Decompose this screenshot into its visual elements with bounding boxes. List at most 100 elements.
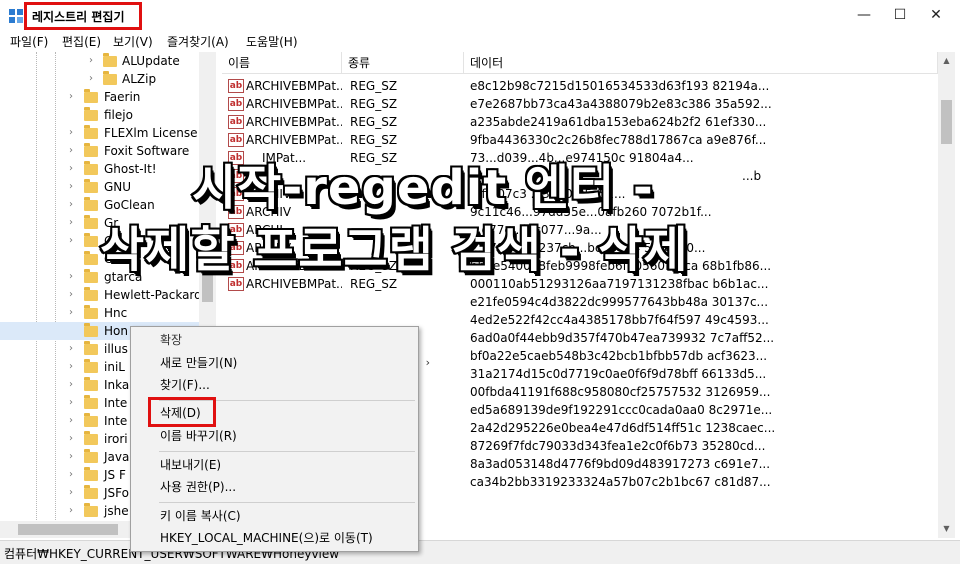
tree-node-label: irori: [104, 432, 128, 446]
chevron-right-icon[interactable]: ›: [66, 88, 76, 106]
value-data: 31a2174d15c0d7719c0ae0f6f9d78bff 66133d5…: [470, 367, 767, 381]
chevron-right-icon[interactable]: ›: [66, 232, 76, 250]
menu-item-copy-key-name[interactable]: 키 이름 복사(C): [160, 506, 241, 526]
tree-node[interactable]: › GNU: [0, 178, 200, 196]
menu-item-permissions[interactable]: 사용 권한(P)...: [160, 477, 236, 497]
tree-node[interactable]: › ALUpdate: [0, 52, 200, 70]
value-data: e7e2687bb73ca43a4388079b2e83c386 35a592.…: [470, 97, 772, 111]
menu-item-rename[interactable]: 이름 바꾸기(R): [160, 426, 237, 446]
chevron-right-icon[interactable]: ›: [66, 430, 76, 448]
context-menu: 확장 새로 만들기(N) › 찾기(F)... 삭제(D) 이름 바꾸기(R) …: [130, 326, 430, 552]
tree-node[interactable]: › ALZip: [0, 70, 200, 88]
menu-item-find[interactable]: 찾기(F)...: [160, 375, 210, 395]
tree-node-label: Inte: [104, 396, 128, 410]
menu-item-goto-hklm[interactable]: HKEY_LOCAL_MACHINE(으)로 이동(T): [160, 528, 373, 548]
menu-item-expand[interactable]: 확장: [160, 330, 182, 350]
tree-node-label: illus: [104, 342, 128, 356]
chevron-right-icon[interactable]: ›: [66, 412, 76, 430]
table-row[interactable]: ab ARCHIVEBMPat... REG_SZ e7e2687bb73ca43a4…: [222, 95, 938, 113]
tree-node-label: Foxit Software: [104, 144, 190, 158]
maximize-button[interactable]: ☐: [882, 0, 918, 31]
column-header-name[interactable]: 이름: [222, 52, 342, 74]
column-header-type[interactable]: 종류: [342, 52, 464, 74]
chevron-right-icon[interactable]: ›: [66, 214, 76, 232]
folder-icon: [84, 377, 98, 391]
minimize-button[interactable]: —: [846, 0, 882, 31]
value-type: REG_SZ: [350, 79, 398, 93]
menu-favorites[interactable]: 즐겨찾기(A): [167, 33, 229, 50]
folder-icon: [84, 107, 98, 121]
chevron-right-icon[interactable]: ›: [66, 376, 76, 394]
menu-item-new[interactable]: 새로 만들기(N) ›: [160, 353, 430, 373]
chevron-right-icon[interactable]: ›: [66, 358, 76, 376]
tree-node-label: ALUpdate: [122, 54, 180, 68]
tree-node-label: JS F: [104, 468, 126, 482]
tree-node[interactable]: filejo: [0, 106, 200, 124]
folder-icon: [84, 485, 98, 499]
chevron-right-icon[interactable]: ›: [66, 124, 76, 142]
menu-item-export[interactable]: 내보내기(E): [160, 455, 221, 475]
title-bar: 레지스트리 편집기 — ☐ ✕: [0, 0, 960, 31]
chevron-right-icon[interactable]: ›: [66, 502, 76, 520]
tree-node[interactable]: › Hnc: [0, 304, 200, 322]
regedit-app-icon: [9, 9, 23, 23]
tree-node[interactable]: › Faerin: [0, 88, 200, 106]
chevron-right-icon[interactable]: ›: [66, 196, 76, 214]
tree-node[interactable]: › FLEXlm License M: [0, 124, 212, 142]
chevron-right-icon[interactable]: ›: [66, 484, 76, 502]
folder-icon: [84, 251, 98, 265]
table-row[interactable]: ab ARCHIVEBMPat... REG_SZ e8c12b98c7215d150…: [222, 77, 938, 95]
value-data: a235abde2419a61dba153eba624b2f2 61ef330.…: [470, 115, 767, 129]
table-row[interactable]: ab ARCHIVEBMPat... REG_SZ a235abde2419a61db…: [222, 113, 938, 131]
tree-node-label: iniL: [104, 360, 125, 374]
chevron-right-icon[interactable]: ›: [66, 286, 76, 304]
string-value-icon: ab: [228, 115, 244, 129]
table-row[interactable]: ab ARCHIVEBMPat... REG_SZ 9fba4436330c2c26b…: [222, 131, 938, 149]
folder-icon: [84, 431, 98, 445]
scroll-down-arrow-icon[interactable]: ▼: [938, 524, 955, 533]
caption-line-1: 시작-regedit 엔터 -: [190, 158, 655, 218]
tree-node[interactable]: › Hewlett-Packard: [0, 286, 202, 304]
chevron-right-icon[interactable]: ›: [66, 142, 76, 160]
tree-node-label: Hnc: [104, 306, 128, 320]
tree-node-label: Hewlett-Packard: [104, 288, 202, 302]
folder-icon: [84, 413, 98, 427]
folder-icon: [84, 305, 98, 319]
table-row[interactable]: e21fe0594c4d3822dc999577643bb48a 30137c.…: [222, 293, 938, 311]
folder-icon: [84, 125, 98, 139]
list-vertical-scroll-thumb[interactable]: [941, 100, 952, 144]
menu-separator: [159, 451, 415, 452]
menu-help[interactable]: 도움말(H): [246, 33, 298, 50]
folder-icon: [103, 53, 117, 67]
chevron-right-icon[interactable]: ›: [66, 340, 76, 358]
column-header-data[interactable]: 데이터: [464, 52, 938, 74]
folder-icon: [84, 395, 98, 409]
tree-node[interactable]: › Ghost-It!: [0, 160, 200, 178]
menu-file[interactable]: 파일(F): [10, 33, 48, 50]
menu-edit[interactable]: 편집(E): [62, 33, 101, 50]
menu-view[interactable]: 보기(V): [113, 33, 153, 50]
chevron-right-icon[interactable]: ›: [86, 52, 96, 70]
tree-node[interactable]: › Foxit Software: [0, 142, 200, 160]
string-value-icon: ab: [228, 79, 244, 93]
tree-horizontal-scroll-thumb[interactable]: [18, 524, 118, 535]
chevron-right-icon[interactable]: ›: [66, 448, 76, 466]
chevron-right-icon[interactable]: ›: [66, 178, 76, 196]
value-data: ca34b2bb3319233324a57b07c2b1bc67 c81d87.…: [470, 475, 771, 489]
value-data: 2a42d295226e0bea4e47d6df514ff51c 1238cae…: [470, 421, 776, 435]
chevron-right-icon[interactable]: ›: [86, 70, 96, 88]
chevron-right-icon[interactable]: ›: [66, 160, 76, 178]
scroll-up-arrow-icon[interactable]: ▲: [938, 56, 955, 65]
chevron-right-icon[interactable]: ›: [66, 304, 76, 322]
chevron-right-icon[interactable]: ›: [66, 268, 76, 286]
tree-node-label: Inka: [104, 378, 130, 392]
chevron-right-icon[interactable]: ›: [66, 466, 76, 484]
folder-icon: [84, 341, 98, 355]
value-name: ARCHIVEBMPat...: [246, 97, 342, 111]
value-data: 4ed2e522f42cc4a4385178bb7f64f597 49c4593…: [470, 313, 769, 327]
delete-highlight-box: [148, 397, 216, 427]
chevron-right-icon[interactable]: ›: [66, 394, 76, 412]
menu-separator: [159, 502, 415, 503]
tree-node-label: Inte: [104, 414, 128, 428]
close-button[interactable]: ✕: [918, 0, 954, 31]
